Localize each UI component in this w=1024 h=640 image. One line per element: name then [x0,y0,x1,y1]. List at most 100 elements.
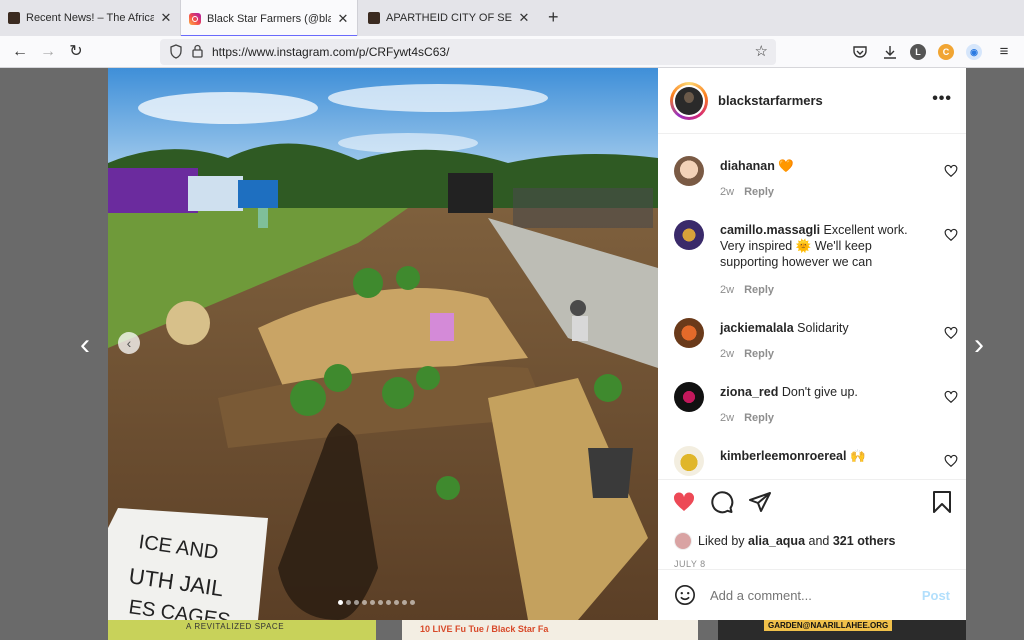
comment-body: 🙌 [849,449,866,463]
site-favicon-icon [8,12,20,24]
share-paper-plane-icon[interactable] [748,490,772,514]
comment-age: 2w [720,412,735,424]
pocket-icon[interactable] [852,44,868,60]
close-icon[interactable]: ✕ [160,10,172,26]
commenter-avatar[interactable] [674,318,704,348]
comment-meta: 2w Reply [720,186,774,198]
lock-icon[interactable] [192,44,203,58]
comment-like-heart-icon[interactable] [944,326,958,340]
comment-username[interactable]: kimberleemonroereal [720,449,846,463]
next-post-chevron-icon[interactable]: › [974,330,984,360]
profile-avatar[interactable] [670,82,708,120]
emoji-smiley-icon[interactable] [674,584,696,606]
reply-button[interactable]: Reply [744,284,774,296]
post-actions: Liked by alia_aqua and 321 others JULY 8 [658,479,966,569]
previous-post-chevron-icon[interactable]: ‹ [80,330,90,360]
carousel-dot [338,600,343,605]
tab-instagram[interactable]: Black Star Farmers (@blackstarf ✕ [180,0,358,37]
background-caption: GARDEN@NAARILLAHEE.ORG [764,620,893,631]
url-text: https://www.instagram.com/p/CRFywt4sC63/ [212,45,450,59]
commenter-avatar[interactable] [674,382,704,412]
carousel-dot [362,600,367,605]
post-date[interactable]: JULY 8 [674,559,706,569]
background-card: GARDEN@NAARILLAHEE.ORG [718,618,966,640]
commenter-avatar[interactable] [674,156,704,186]
instagram-favicon-icon [189,12,201,25]
download-icon[interactable] [882,44,898,60]
carousel-dot [346,600,351,605]
save-bookmark-icon[interactable] [930,490,954,514]
comment-body: Don't give up. [781,385,858,399]
comment-item: diahanan 🧡 2w Reply [658,156,966,206]
comments-list: diahanan 🧡 2w Reply camillo.massagli Exce… [658,134,966,479]
liked-by-user[interactable]: alia_aqua [748,534,805,548]
account-l-icon[interactable]: L [910,44,926,60]
address-bar[interactable]: https://www.instagram.com/p/CRFywt4sC63/… [160,39,776,65]
comment-item: ziona_red Don't give up. 2w Reply [658,382,966,432]
tab-african-news[interactable]: Recent News! – The African Am ✕ [0,0,180,36]
tab-title: Recent News! – The African Am [26,12,154,24]
comment-input[interactable] [710,588,890,603]
comment-like-heart-icon[interactable] [944,164,958,178]
background-card: A REVITALIZED SPACE [108,618,376,640]
more-options-icon[interactable]: ••• [932,90,952,108]
liked-by-others[interactable]: 321 others [833,534,896,548]
post-header: blackstarfarmers ••• [658,68,966,134]
tab-apartheid-city[interactable]: APARTHEID CITY OF SEATTLE D ✕ [360,0,538,36]
garden-photo-image: ICE AND UTH JAIL ES CAGES [108,68,658,620]
comment-age: 2w [720,284,735,296]
bookmark-star-icon[interactable]: ☆ [755,42,768,60]
reply-button[interactable]: Reply [744,412,774,424]
commenter-avatar[interactable] [674,446,704,476]
background-card: 10 LIVE Fu Tue / Black Star Fa [402,618,698,640]
like-heart-filled-icon[interactable] [672,490,696,514]
comment-bubble-icon[interactable] [710,490,734,514]
close-icon[interactable]: ✕ [518,10,530,26]
comment-body: 🧡 [778,159,794,173]
back-arrow-icon[interactable]: ← [10,42,30,62]
carousel-dot [370,600,375,605]
carousel-dot [386,600,391,605]
carousel-dot [394,600,399,605]
liked-by-and: and [808,534,830,548]
comment-meta: 2w Reply [720,348,774,360]
forward-arrow-icon[interactable]: → [38,42,58,62]
comment-item: jackiemalala Solidarity 2w Reply [658,318,966,368]
comment-item: kimberleemonroereal 🙌 [658,446,966,479]
comment-text: jackiemalala Solidarity [720,320,930,336]
reload-icon[interactable]: ↻ [66,42,86,62]
background-caption: A REVITALIZED SPACE [186,622,285,631]
add-comment-bar: Post [658,569,966,620]
author-username[interactable]: blackstarfarmers [718,93,823,108]
shield-icon[interactable] [170,44,182,59]
comment-like-heart-icon[interactable] [944,390,958,404]
carousel-dot [378,600,383,605]
comment-like-heart-icon[interactable] [944,454,958,468]
post-side-panel: blackstarfarmers ••• diahanan 🧡 2w Reply … [658,68,966,620]
extension-c-icon[interactable]: C [938,44,954,60]
reply-button[interactable]: Reply [744,348,774,360]
carousel-previous-button[interactable]: ‹ [118,332,140,354]
comment-username[interactable]: jackiemalala [720,321,794,335]
tab-title: Black Star Farmers (@blackstarf [207,12,331,25]
menu-icon[interactable]: ≡ [996,44,1012,60]
comment-username[interactable]: camillo.massagli [720,223,820,237]
close-icon[interactable]: ✕ [337,11,349,27]
comment-username[interactable]: diahanan [720,159,775,173]
carousel-dots [338,600,415,605]
new-tab-button[interactable]: + [548,8,559,26]
liker-avatar[interactable] [674,532,692,550]
comment-meta: 2w Reply [720,284,774,296]
comment-body: Solidarity [797,321,849,335]
comment-username[interactable]: ziona_red [720,385,778,399]
carousel-dot [410,600,415,605]
commenter-avatar[interactable] [674,220,704,250]
reply-button[interactable]: Reply [744,186,774,198]
post-photo[interactable]: ICE AND UTH JAIL ES CAGES [108,68,658,620]
post-comment-button[interactable]: Post [922,588,950,603]
background-caption: 10 LIVE Fu Tue / Black Star Fa [420,624,549,634]
navigation-toolbar: ← → ↻ https://www.instagram.com/p/CRFywt… [0,36,1024,68]
extension-icon[interactable]: ◉ [966,44,982,60]
liked-by-prefix: Liked by [698,534,745,548]
comment-like-heart-icon[interactable] [944,228,958,242]
